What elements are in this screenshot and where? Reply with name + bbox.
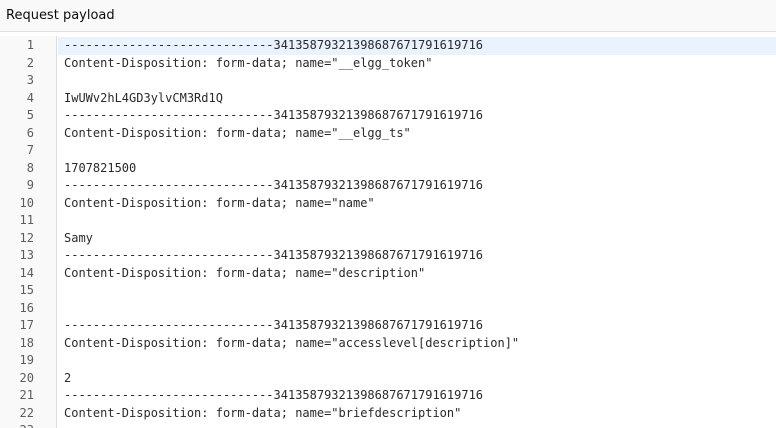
editor-line[interactable]: 18 Content-Disposition: form-data; name="… [0,335,776,353]
editor-line[interactable]: 20 2 [0,370,776,388]
line-number: 18 [19,335,34,350]
line-text: -----------------------------34135879321… [64,108,484,122]
panel-title: Request payload [6,8,115,23]
line-text: Content-Disposition: form-data; name="de… [64,265,426,280]
line-number: 7 [26,143,34,157]
line-number: 20 [19,370,34,385]
line-content[interactable] [58,300,776,318]
line-number: 19 [19,353,34,367]
line-text: -----------------------------34135879321… [64,388,484,402]
line-text: -----------------------------34135879321… [64,248,484,262]
editor-line[interactable]: 7 [0,142,776,160]
editor-line[interactable]: 16 [0,300,776,318]
editor-line[interactable]: 2 Content-Disposition: form-data; name="_… [0,55,776,73]
editor-line[interactable]: 17 -----------------------------341358793… [0,317,776,335]
editor-line[interactable]: 13 -----------------------------341358793… [0,247,776,265]
editor-line[interactable]: 21 -----------------------------341358793… [0,387,776,405]
line-number: 11 [19,213,34,227]
line-number: 6 [26,125,34,140]
line-content[interactable] [58,142,776,160]
line-number: 15 [19,283,34,297]
line-text: -----------------------------34135879321… [64,38,484,52]
editor-line[interactable]: 4 IwUWv2hL4GD3ylvCM3Rd1Q [0,90,776,108]
line-text: 1707821500 [64,160,137,175]
editor-line[interactable]: 3 [0,72,776,90]
editor-line[interactable]: 10 Content-Disposition: form-data; name="… [0,195,776,213]
editor-line[interactable]: 9 -----------------------------3413587932… [0,177,776,195]
line-number: 10 [19,195,34,210]
line-content[interactable] [58,352,776,370]
line-text: -----------------------------34135879321… [64,318,484,332]
line-number: 8 [26,160,34,175]
line-content[interactable] [58,72,776,90]
editor-line[interactable]: 1 -----------------------------3413587932… [0,37,776,55]
line-number: 13 [19,248,34,262]
line-text: Samy [64,230,93,245]
line-number: 3 [26,73,34,87]
editor-line[interactable]: 14 Content-Disposition: form-data; name="… [0,265,776,283]
line-text: Content-Disposition: form-data; name="br… [64,405,462,420]
line-number: 22 [19,405,34,420]
editor-line[interactable]: 22 Content-Disposition: form-data; name="… [0,405,776,423]
editor-line[interactable]: 5 -----------------------------3413587932… [0,107,776,125]
line-number: 2 [26,55,34,70]
line-content[interactable]: Content-Disposition: form-data; name="br… [58,405,776,423]
line-number: 5 [26,108,34,122]
line-content[interactable]: Content-Disposition: form-data; name="ac… [58,335,776,353]
editor-line[interactable]: 23 [0,422,776,428]
line-content[interactable]: Content-Disposition: form-data; name="na… [58,195,776,213]
line-content[interactable] [58,212,776,230]
editor-line[interactable]: 15 [0,282,776,300]
line-text: Content-Disposition: form-data; name="ac… [64,335,520,350]
line-number: 21 [19,388,34,402]
line-number: 17 [19,318,34,332]
line-content[interactable]: Samy [58,230,776,248]
line-content[interactable]: IwUWv2hL4GD3ylvCM3Rd1Q [58,90,776,108]
line-number: 12 [19,230,34,245]
line-content[interactable]: -----------------------------34135879321… [58,177,776,195]
editor-line[interactable]: 8 1707821500 [0,160,776,178]
line-text: Content-Disposition: form-data; name="__… [64,125,411,140]
line-text: 2 [64,370,72,385]
line-content[interactable] [58,282,776,300]
line-content[interactable]: 1707821500 [58,160,776,178]
line-number: 16 [19,300,34,315]
editor-line[interactable]: 6 Content-Disposition: form-data; name="_… [0,125,776,143]
panel-header: Request payload [0,0,776,32]
line-content[interactable]: Content-Disposition: form-data; name="__… [58,55,776,73]
line-text: Content-Disposition: form-data; name="__… [64,55,433,70]
line-number: 1 [26,38,34,52]
line-content[interactable]: -----------------------------34135879321… [58,317,776,335]
payload-editor[interactable]: 1 -----------------------------3413587932… [0,36,776,428]
line-content[interactable]: Content-Disposition: form-data; name="de… [58,265,776,283]
line-content[interactable]: -----------------------------34135879321… [58,37,776,55]
editor-line[interactable]: 11 [0,212,776,230]
request-payload-panel: Request payload 1 -----------------------… [0,0,776,428]
line-text: Content-Disposition: form-data; name="na… [64,195,375,210]
line-number: 9 [26,178,34,192]
line-text: -----------------------------34135879321… [64,178,484,192]
line-text: IwUWv2hL4GD3ylvCM3Rd1Q [64,90,223,105]
line-content[interactable]: Content-Disposition: form-data; name="__… [58,125,776,143]
line-content[interactable]: -----------------------------34135879321… [58,387,776,405]
line-number: 4 [26,90,34,105]
editor-line[interactable]: 19 [0,352,776,370]
line-number: 14 [19,265,34,280]
line-number: 23 [0,422,34,428]
line-content[interactable] [58,422,776,428]
editor-line[interactable]: 12 Samy [0,230,776,248]
line-content[interactable]: 2 [58,370,776,388]
line-content[interactable]: -----------------------------34135879321… [58,107,776,125]
line-content[interactable]: -----------------------------34135879321… [58,247,776,265]
